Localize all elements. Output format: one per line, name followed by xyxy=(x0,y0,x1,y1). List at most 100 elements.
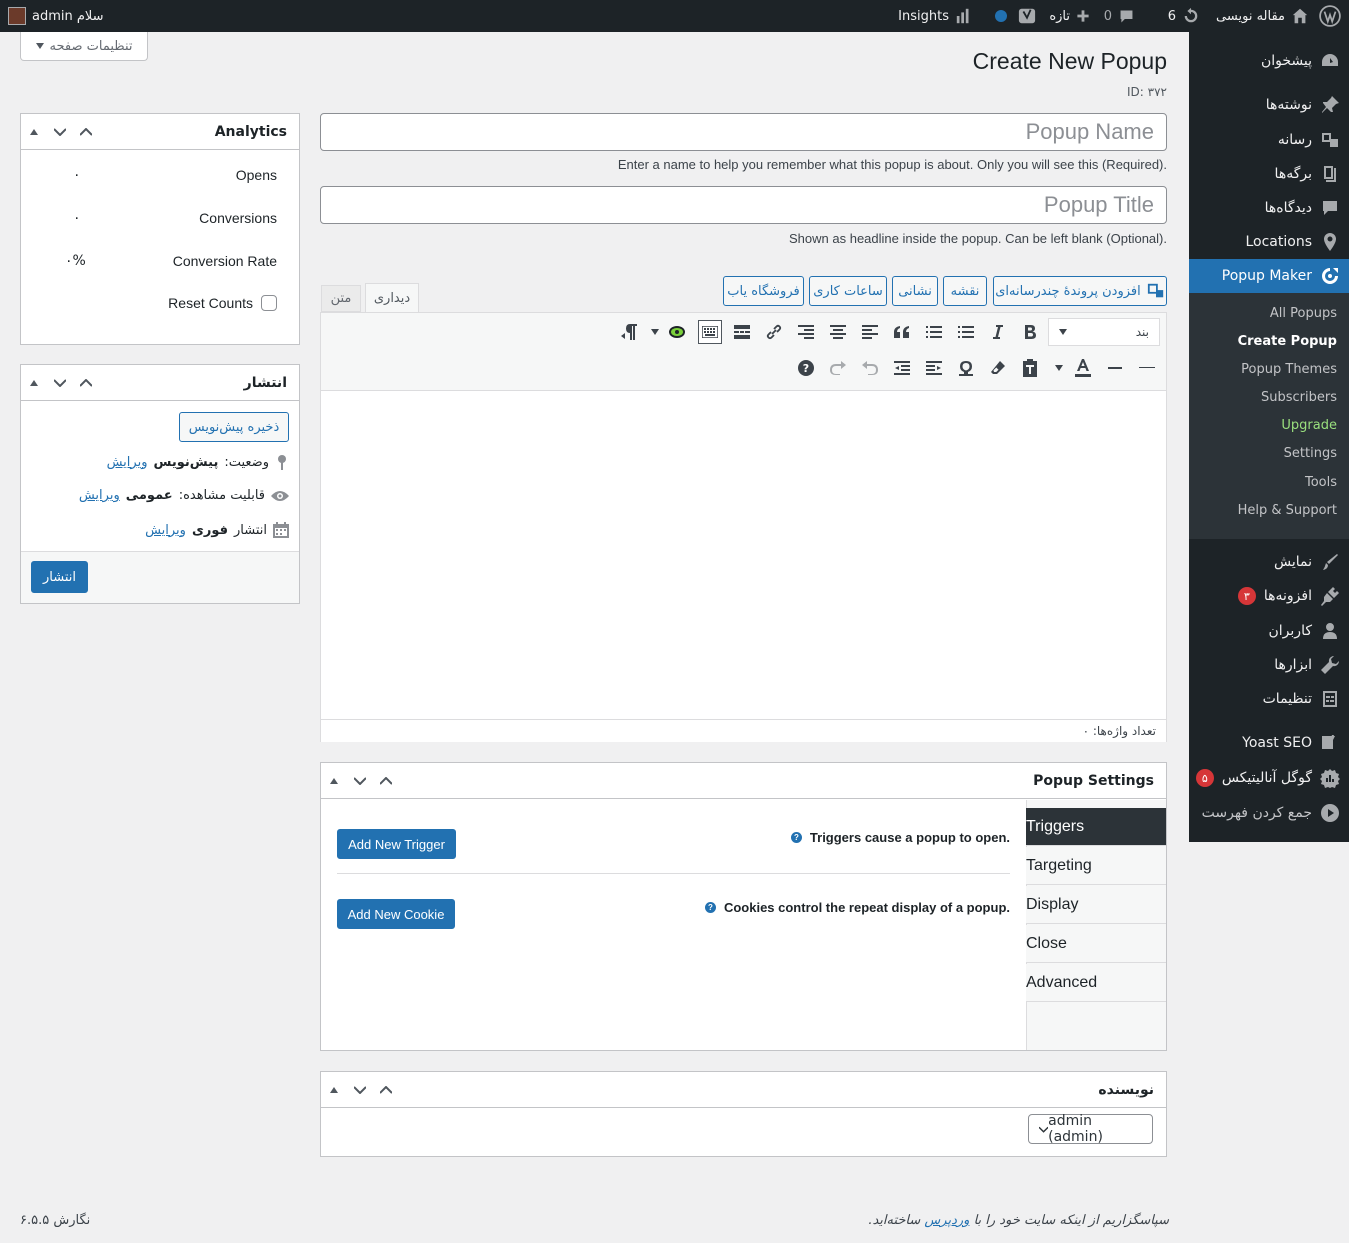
move-up-icon[interactable] xyxy=(373,1072,399,1108)
bold-icon[interactable] xyxy=(1018,320,1042,344)
add-new-trigger-button[interactable]: Add New Trigger xyxy=(337,829,456,859)
sidebar-item-4[interactable]: دیدگاه‌ها xyxy=(1189,191,1349,225)
clear-formatting-icon[interactable] xyxy=(986,356,1010,380)
strikethrough-icon[interactable]: ABC xyxy=(1135,356,1159,380)
publish-button[interactable]: انتشار xyxy=(31,561,88,593)
text-color-dropdown-icon[interactable] xyxy=(1051,356,1067,380)
submenu-item-1[interactable]: Create Popup xyxy=(1238,334,1337,349)
align-right-icon[interactable] xyxy=(794,320,818,344)
popup-name-input[interactable]: Popup Name xyxy=(320,113,1167,151)
keyboard-icon[interactable] xyxy=(698,320,722,344)
plugin-shortcode-icon[interactable] xyxy=(666,320,690,344)
map-button[interactable]: نقشه xyxy=(943,276,987,306)
tab-advanced[interactable]: Advanced xyxy=(1026,964,1166,1002)
sidebar-item-7[interactable]: نمایش xyxy=(1189,545,1349,579)
italic-icon[interactable] xyxy=(986,320,1010,344)
special-character-icon[interactable] xyxy=(954,356,978,380)
save-draft-button[interactable]: ذخیره پیش‌نویس xyxy=(179,412,289,442)
format-select[interactable]: بند xyxy=(1048,318,1160,346)
move-down-icon[interactable] xyxy=(347,763,373,799)
bullet-list-icon[interactable] xyxy=(954,320,978,344)
edit-status-link[interactable]: ویرایش xyxy=(107,455,148,470)
align-left-icon[interactable] xyxy=(858,320,882,344)
help-icon[interactable]: ? xyxy=(790,832,802,843)
sidebar-item-6[interactable]: Popup Maker xyxy=(1189,259,1349,293)
sidebar-item-5[interactable]: Locations xyxy=(1189,225,1349,259)
move-down-icon[interactable] xyxy=(47,365,73,401)
submenu-item-5[interactable]: Settings xyxy=(1284,446,1337,461)
editor-content-area[interactable] xyxy=(321,391,1166,691)
site-name-link[interactable]: مقاله نویسی xyxy=(1216,0,1309,32)
sidebar-item-9[interactable]: کاربران xyxy=(1189,614,1349,648)
store-locator-button[interactable]: فروشگاه یاب xyxy=(723,276,804,306)
popup-title-input[interactable]: Popup Title xyxy=(320,186,1167,224)
toggle-panel-icon[interactable] xyxy=(321,1072,347,1108)
move-up-icon[interactable] xyxy=(73,365,99,401)
wordpress-logo-icon[interactable] xyxy=(1319,0,1341,32)
wordpress-link[interactable]: وردپرس xyxy=(924,1213,969,1228)
screen-options-button[interactable]: تنظیمات صفحه xyxy=(20,32,148,61)
submenu-item-4[interactable]: Upgrade xyxy=(1281,418,1337,433)
reset-counts-checkbox[interactable] xyxy=(261,295,277,311)
sidebar-item-0[interactable]: پیشخوان xyxy=(1189,44,1349,78)
comments-link[interactable]: 0 xyxy=(1104,0,1135,32)
help-icon[interactable]: ? xyxy=(794,356,818,380)
undo-icon[interactable] xyxy=(858,356,882,380)
read-more-icon[interactable] xyxy=(730,320,754,344)
sidebar-item-13[interactable]: گوگل آنالیتیکس ۵ xyxy=(1189,761,1349,795)
redo-icon[interactable] xyxy=(826,356,850,380)
toggle-panel-icon[interactable] xyxy=(21,114,47,150)
edit-schedule-link[interactable]: ویرایش xyxy=(145,523,186,538)
toggle-panel-icon[interactable] xyxy=(321,763,347,799)
add-media-button[interactable]: افزودن پروندهٔ چندرسانه‌ای xyxy=(993,276,1167,306)
tab-targeting[interactable]: Targeting xyxy=(1026,847,1166,885)
sidebar-item-12[interactable]: Yoast SEO xyxy=(1189,726,1349,760)
tab-visual[interactable]: دیداری xyxy=(365,283,419,313)
sidebar-item-14[interactable]: جمع کردن فهرست xyxy=(1189,796,1349,830)
paste-text-icon[interactable] xyxy=(1018,356,1042,380)
insights-link[interactable]: Insights xyxy=(898,0,973,32)
submenu-item-0[interactable]: All Popups xyxy=(1270,306,1337,321)
sidebar-item-10[interactable]: ابزارها xyxy=(1189,648,1349,682)
address-button[interactable]: نشانی xyxy=(892,276,938,306)
new-content-link[interactable]: تازه xyxy=(1049,0,1090,32)
move-up-icon[interactable] xyxy=(73,114,99,150)
move-up-icon[interactable] xyxy=(373,763,399,799)
outdent-icon[interactable] xyxy=(922,356,946,380)
blockquote-icon[interactable] xyxy=(890,320,914,344)
submenu-item-6[interactable]: Tools xyxy=(1305,475,1337,490)
add-new-cookie-button[interactable]: Add New Cookie xyxy=(337,899,455,929)
text-color-icon[interactable] xyxy=(1071,356,1095,380)
tab-triggers[interactable]: Triggers xyxy=(1026,808,1166,846)
move-down-icon[interactable] xyxy=(47,114,73,150)
updates-link[interactable]: 6 xyxy=(1168,0,1200,32)
submenu-item-2[interactable]: Popup Themes xyxy=(1241,362,1337,377)
move-down-icon[interactable] xyxy=(347,1072,373,1108)
sidebar-item-1[interactable]: نوشته‌ها xyxy=(1189,88,1349,122)
tab-close[interactable]: Close xyxy=(1026,925,1166,963)
help-icon[interactable]: ? xyxy=(704,902,716,913)
opening-hours-button[interactable]: ساعات کاری xyxy=(809,276,887,306)
indent-icon[interactable] xyxy=(890,356,914,380)
align-center-icon[interactable] xyxy=(826,320,850,344)
footer-version: نگارش ۶.۵.۵ xyxy=(20,1213,91,1228)
sidebar-item-3[interactable]: برگه‌ها xyxy=(1189,157,1349,191)
edit-visibility-link[interactable]: ویرایش xyxy=(79,488,120,503)
tab-text[interactable]: متن xyxy=(321,285,361,312)
sidebar-item-11[interactable]: تنظیمات xyxy=(1189,682,1349,716)
submenu-item-7[interactable]: Help & Support xyxy=(1238,503,1337,518)
text-direction-icon[interactable] xyxy=(618,320,642,344)
link-icon[interactable] xyxy=(762,320,786,344)
my-account-link[interactable]: سلام admin xyxy=(8,0,104,32)
count-badge: ۳ xyxy=(1237,587,1256,605)
toggle-panel-icon[interactable] xyxy=(21,365,47,401)
sidebar-item-8[interactable]: افزونه‌ها ۳ xyxy=(1189,579,1349,613)
horizontal-line-icon[interactable] xyxy=(1103,356,1127,380)
sidebar-item-2[interactable]: رسانه xyxy=(1189,123,1349,157)
author-select[interactable]: admin (admin) xyxy=(1028,1113,1153,1145)
numbered-list-icon[interactable] xyxy=(922,320,946,344)
submenu-item-3[interactable]: Subscribers xyxy=(1261,390,1337,405)
tab-display[interactable]: Display xyxy=(1026,886,1166,924)
yoast-menu[interactable] xyxy=(1018,0,1036,32)
shortcode-dropdown-icon[interactable] xyxy=(648,320,662,344)
